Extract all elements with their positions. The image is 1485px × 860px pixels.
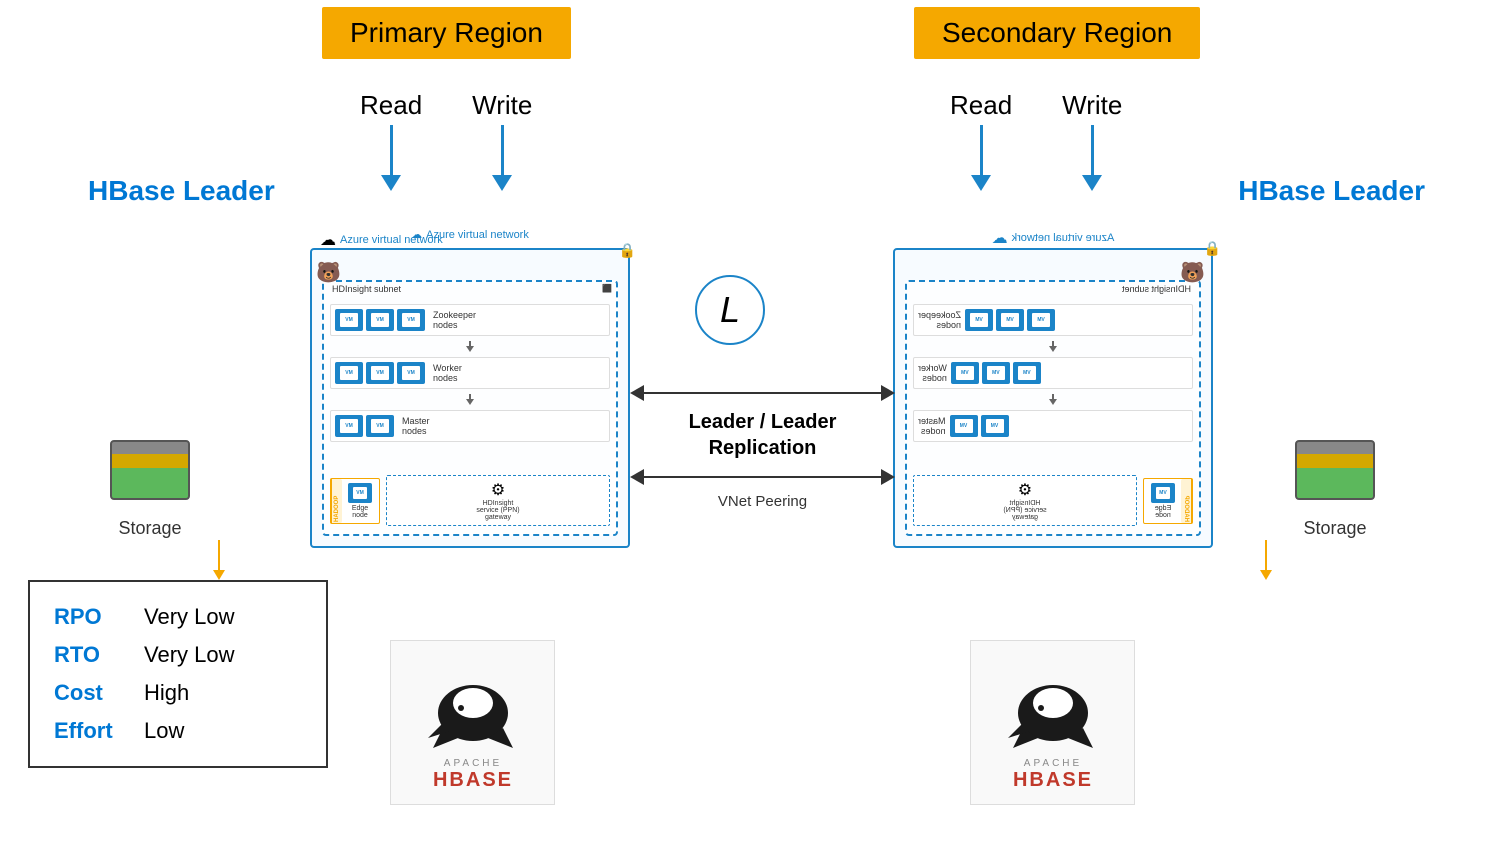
- zookeeper-row: VM VM VM Zookeepernodes: [330, 304, 610, 336]
- primary-subnet-box: HDInsight subnet ⬛ VM VM VM Zookeepernod…: [322, 280, 618, 536]
- subnet-label-left: HDInsight subnet: [332, 284, 401, 294]
- svg-text:HBASE: HBASE: [432, 769, 512, 788]
- hbase-leader-right: HBase Leader: [1238, 175, 1425, 207]
- secondary-network-box: 🔒 ☁ Azure virtual network HDInsight subn…: [893, 248, 1213, 548]
- svg-text:APACHE: APACHE: [443, 758, 501, 769]
- cost-value: High: [144, 680, 189, 706]
- svg-text:HBASE: HBASE: [1012, 769, 1092, 788]
- master-row: VM VM Masternodes: [330, 410, 610, 442]
- read-label-left: Read: [360, 90, 422, 191]
- lock-icon-left: 🔒: [619, 242, 636, 259]
- rpo-key: RPO: [54, 604, 124, 630]
- zookeeper-label: Zookeepernodes: [433, 310, 476, 330]
- hbase-leader-left: HBase Leader: [88, 175, 275, 207]
- primary-region-label: Primary Region: [322, 7, 571, 59]
- hbase-svg-right: APACHE HBASE: [983, 658, 1123, 788]
- circle-l: L: [695, 275, 765, 345]
- storage-label-right: Storage: [1303, 518, 1366, 539]
- effort-key: Effort: [54, 718, 124, 744]
- rto-value: Very Low: [144, 642, 235, 668]
- secondary-region-label: Secondary Region: [914, 7, 1200, 59]
- replication-title: Leader / Leader Replication: [689, 409, 837, 461]
- read-label-right: Read: [950, 90, 1012, 191]
- hbase-logo-left: APACHE HBASE: [390, 640, 555, 805]
- write-label-left: Write: [472, 90, 532, 191]
- lock-icon-right: 🔒: [1204, 240, 1221, 257]
- svg-text:APACHE: APACHE: [1023, 758, 1081, 769]
- bear-icon-right: 🐻: [1180, 260, 1205, 285]
- effort-value: Low: [144, 718, 184, 744]
- rpo-value: Very Low: [144, 604, 235, 630]
- storage-label-left: Storage: [118, 518, 181, 539]
- storage-right: Storage: [1295, 440, 1375, 539]
- info-box: RPO Very Low RTO Very Low Cost High Effo…: [28, 580, 328, 768]
- write-label-right: Write: [1062, 90, 1122, 191]
- worker-row: VM VM VM Workernodes: [330, 357, 610, 389]
- master-label: Masternodes: [402, 416, 430, 436]
- primary-network-box: ☁ Azure virtual network 🔒 HDInsight subn…: [310, 248, 630, 548]
- vnet-peering-label: VNet Peering: [718, 493, 807, 510]
- bear-icon-left: 🐻: [316, 260, 341, 285]
- storage-left: Storage: [110, 440, 190, 539]
- hbase-logo-right: APACHE HBASE: [970, 640, 1135, 805]
- hbase-svg-left: APACHE HBASE: [403, 658, 543, 788]
- rto-key: RTO: [54, 642, 124, 668]
- secondary-subnet-box: HDInsight subnet VM VM VM Zookeepernodes…: [905, 280, 1201, 536]
- worker-label: Workernodes: [433, 363, 462, 383]
- circle-l-text: L: [720, 289, 740, 331]
- cost-key: Cost: [54, 680, 124, 706]
